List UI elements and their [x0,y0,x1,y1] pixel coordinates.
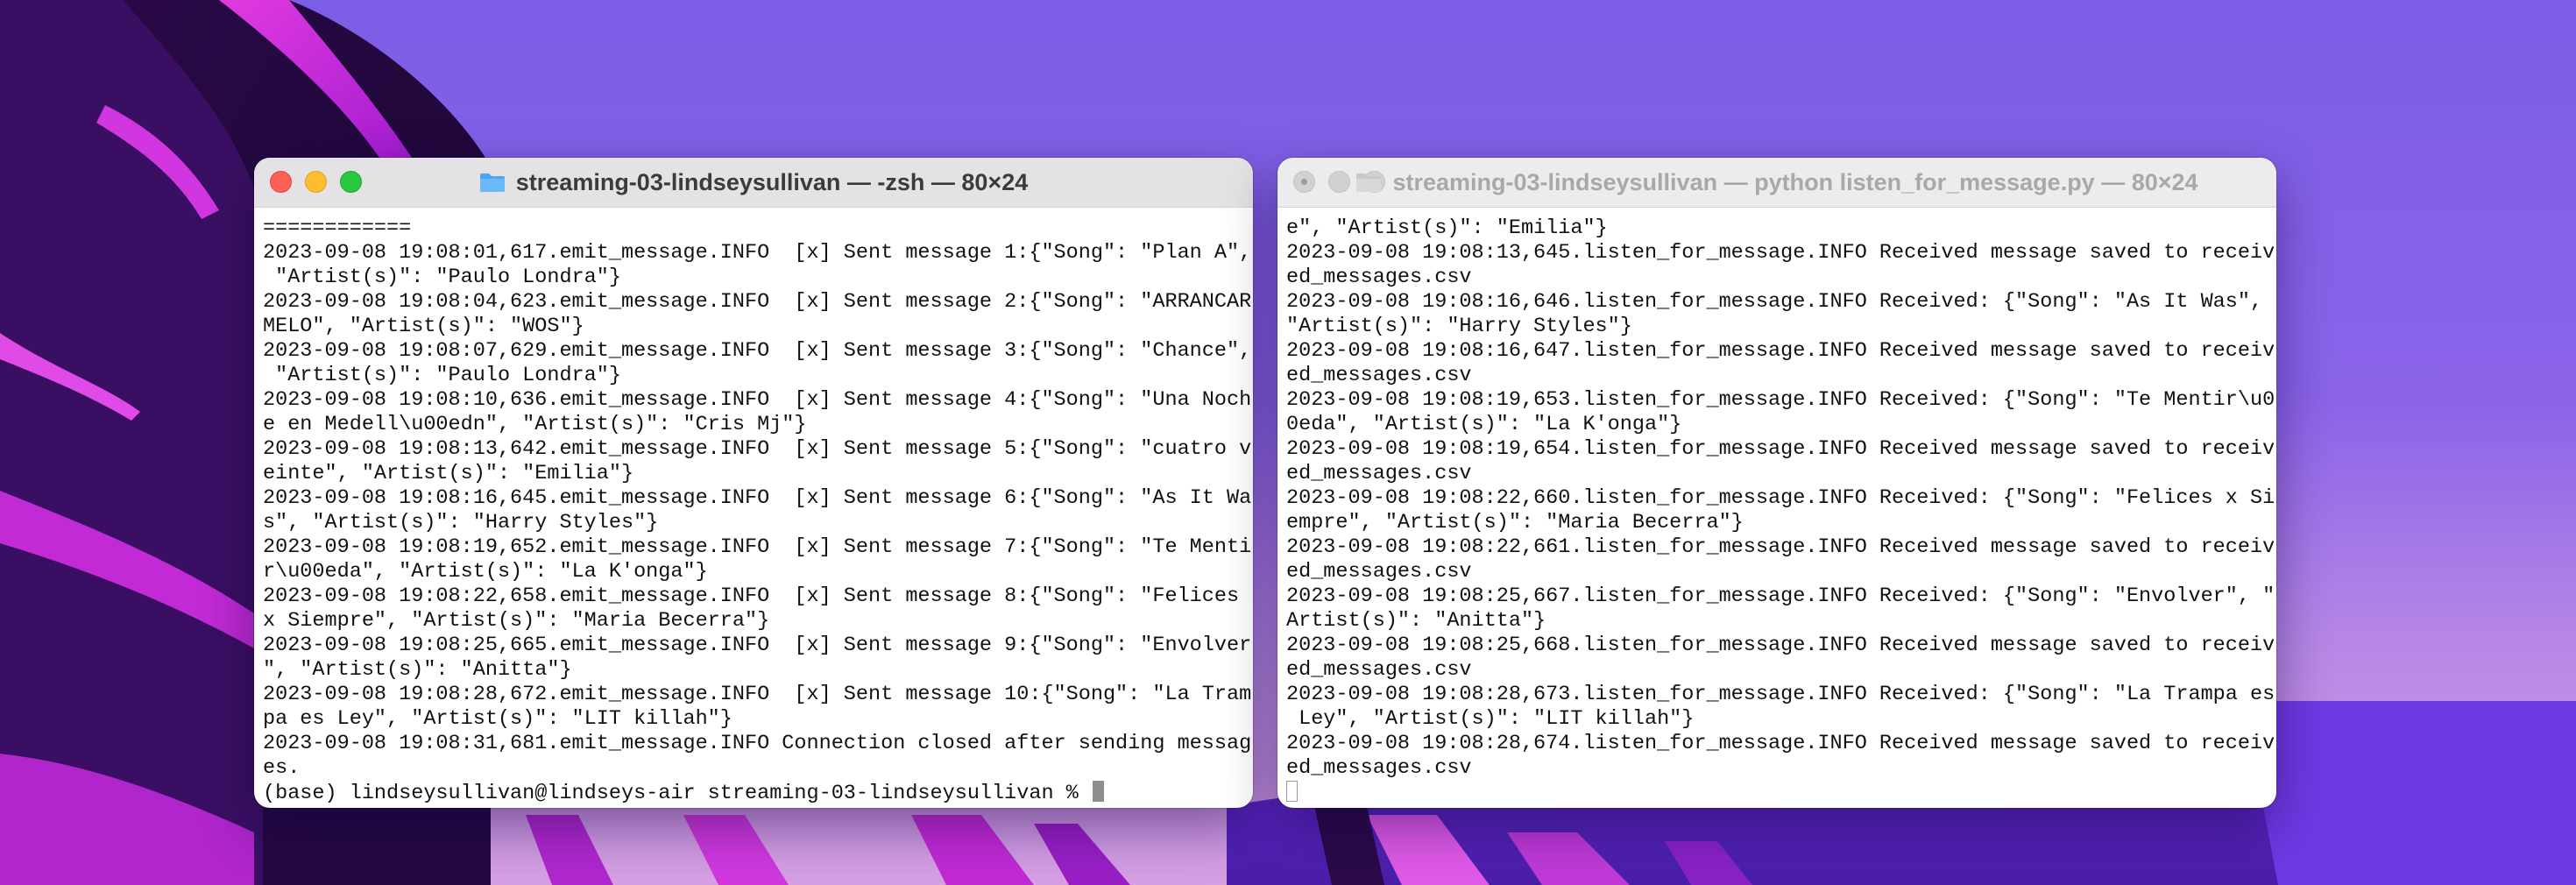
terminal-line: "Artist(s)": "Harry Styles"} [1286,315,1632,338]
terminal-window-zsh[interactable]: streaming-03-lindseysullivan — -zsh — 80… [254,158,1253,808]
terminal-line: 2023-09-08 19:08:10,636.emit_message.INF… [263,388,1252,412]
terminal-line: 2023-09-08 19:08:22,661.listen_for_messa… [1286,535,2275,559]
terminal-line: 2023-09-08 19:08:19,652.emit_message.INF… [263,535,1252,559]
terminal-line: 2023-09-08 19:08:16,646.listen_for_messa… [1286,290,2263,314]
terminal-line: empre", "Artist(s)": "Maria Becerra"} [1286,511,1744,535]
terminal-line: MELO", "Artist(s)": "WOS"} [263,315,584,338]
text-cursor [1286,781,1298,802]
terminal-line: 2023-09-08 19:08:13,645.listen_for_messa… [1286,241,2275,265]
window-title-text: streaming-03-lindseysullivan — -zsh — 80… [515,168,1029,195]
terminal-line: 2023-09-08 19:08:28,673.listen_for_messa… [1286,683,2275,706]
terminal-line: 2023-09-08 19:08:07,629.emit_message.INF… [263,339,1252,363]
terminal-line: ============ [263,216,412,240]
terminal-line: es. [263,756,301,780]
terminal-line: Ley", "Artist(s)": "LIT killah"} [1286,707,1695,731]
terminal-line: r\u00eda", "Artist(s)": "La K'onga"} [263,560,708,584]
terminal-line: 2023-09-08 19:08:22,660.listen_for_messa… [1286,486,2275,510]
terminal-line: 2023-09-08 19:08:28,674.listen_for_messa… [1286,732,2275,755]
terminal-line: e en Medell\u00edn", "Artist(s)": "Cris … [263,413,807,436]
terminal-line: 2023-09-08 19:08:04,623.emit_message.INF… [263,290,1252,314]
terminal-line: ed_messages.csv [1286,266,1472,289]
terminal-line: ed_messages.csv [1286,560,1472,584]
text-cursor [1092,781,1104,802]
terminal-line: 2023-09-08 19:08:25,668.listen_for_messa… [1286,634,2275,657]
terminal-line: Artist(s)": "Anitta"} [1286,609,1546,633]
cursor-line[interactable] [1286,781,2268,805]
terminal-line: e", "Artist(s)": "Emilia"} [1286,216,1608,240]
terminal-line: 2023-09-08 19:08:19,654.listen_for_messa… [1286,437,2275,461]
terminal-line: 2023-09-08 19:08:25,665.emit_message.INF… [263,634,1252,657]
terminal-line: 0eda", "Artist(s)": "La K'onga"} [1286,413,1682,436]
shell-prompt: (base) lindseysullivan@lindseys-air stre… [263,782,1091,805]
terminal-line: x Siempre", "Artist(s)": "Maria Becerra"… [263,609,770,633]
terminal-line: 2023-09-08 19:08:16,645.emit_message.INF… [263,486,1252,510]
terminal-line: ed_messages.csv [1286,756,1472,780]
window-title: streaming-03-lindseysullivan — -zsh — 80… [254,158,1253,207]
terminal-line: 2023-09-08 19:08:01,617.emit_message.INF… [263,241,1252,265]
terminal-window-python[interactable]: streaming-03-lindseysullivan — python li… [1277,158,2276,808]
terminal-line: 2023-09-08 19:08:13,642.emit_message.INF… [263,437,1252,461]
terminal-line: s", "Artist(s)": "Harry Styles"} [263,511,659,535]
terminal-line: 2023-09-08 19:08:22,658.emit_message.INF… [263,584,1240,608]
folder-icon [1356,173,1382,192]
terminal-line: ", "Artist(s)": "Anitta"} [263,658,572,682]
terminal-line: 2023-09-08 19:08:19,653.listen_for_messa… [1286,388,2275,412]
folder-icon [479,173,505,192]
terminal-output[interactable]: e", "Artist(s)": "Emilia"} 2023-09-08 19:… [1277,208,2276,808]
terminal-line: einte", "Artist(s)": "Emilia"} [263,462,634,485]
window-titlebar[interactable]: streaming-03-lindseysullivan — -zsh — 80… [254,158,1253,208]
window-titlebar[interactable]: streaming-03-lindseysullivan — python li… [1277,158,2276,208]
terminal-line: ed_messages.csv [1286,462,1472,485]
terminal-line: "Artist(s)": "Paulo Londra"} [263,266,621,289]
window-title-text: streaming-03-lindseysullivan — python li… [1392,168,2198,195]
terminal-line: "Artist(s)": "Paulo Londra"} [263,364,621,387]
terminal-line: 2023-09-08 19:08:31,681.emit_message.INF… [263,732,1252,755]
terminal-line: pa es Ley", "Artist(s)": "LIT killah"} [263,707,732,731]
terminal-output[interactable]: ============ 2023-09-08 19:08:01,617.emit… [254,208,1253,808]
shell-prompt-line[interactable]: (base) lindseysullivan@lindseys-air stre… [263,781,1244,805]
terminal-line: 2023-09-08 19:08:16,647.listen_for_messa… [1286,339,2275,363]
terminal-line: 2023-09-08 19:08:28,672.emit_message.INF… [263,683,1252,706]
terminal-line: ed_messages.csv [1286,658,1472,682]
terminal-line: ed_messages.csv [1286,364,1472,387]
terminal-line: 2023-09-08 19:08:25,667.listen_for_messa… [1286,584,2275,608]
window-title: streaming-03-lindseysullivan — python li… [1277,158,2276,207]
